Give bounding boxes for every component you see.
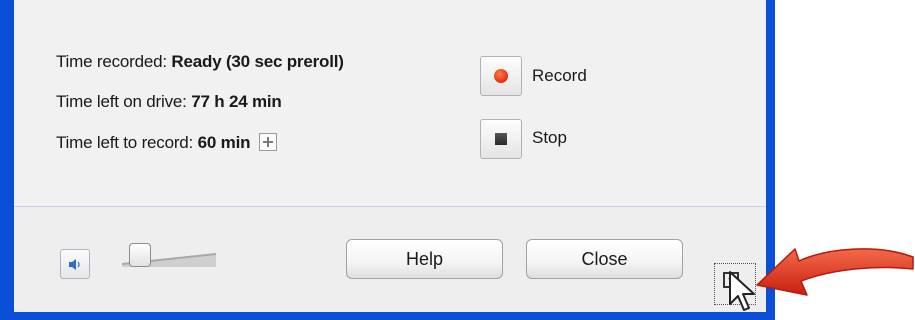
stop-label: Stop (532, 128, 567, 147)
time-recorded-label: Time recorded: (56, 52, 167, 71)
close-button-label: Close (581, 248, 628, 269)
window-body: Time recorded: Ready (30 sec preroll) Ti… (14, 0, 766, 312)
status-panel: Time recorded: Ready (30 sec preroll) Ti… (14, 0, 766, 206)
time-left-drive-label: Time left on drive: (56, 92, 187, 111)
footer-panel: Help Close (14, 207, 766, 312)
stop-button[interactable] (480, 119, 522, 159)
time-left-drive-row: Time left on drive: 77 h 24 min (56, 92, 282, 112)
volume-slider-thumb[interactable] (129, 243, 152, 267)
speaker-icon (69, 259, 80, 270)
close-button[interactable]: Close (526, 239, 683, 279)
time-left-drive-value: 77 h 24 min (191, 92, 282, 111)
time-left-record-label: Time left to record: (56, 133, 194, 152)
time-left-record-row: Time left to record: 60 min (56, 133, 277, 153)
annotation-arrow-icon (756, 248, 914, 296)
record-button[interactable] (480, 56, 522, 96)
help-button-label: Help (405, 248, 444, 269)
time-left-record-value: 60 min (197, 133, 251, 152)
record-dot-icon (494, 69, 508, 83)
recorder-window: Time recorded: Ready (30 sec preroll) Ti… (0, 0, 775, 320)
time-recorded-row: Time recorded: Ready (30 sec preroll) (56, 52, 344, 72)
time-recorded-value: Ready (30 sec preroll) (171, 52, 344, 71)
mouse-cursor-icon (729, 271, 755, 311)
help-button[interactable]: Help (346, 239, 503, 279)
screenshot-stage: Time recorded: Ready (30 sec preroll) Ti… (0, 0, 915, 320)
volume-button[interactable] (60, 249, 90, 279)
record-label: Record (532, 66, 587, 85)
stop-square-icon (495, 133, 507, 145)
add-time-button[interactable] (258, 133, 277, 151)
